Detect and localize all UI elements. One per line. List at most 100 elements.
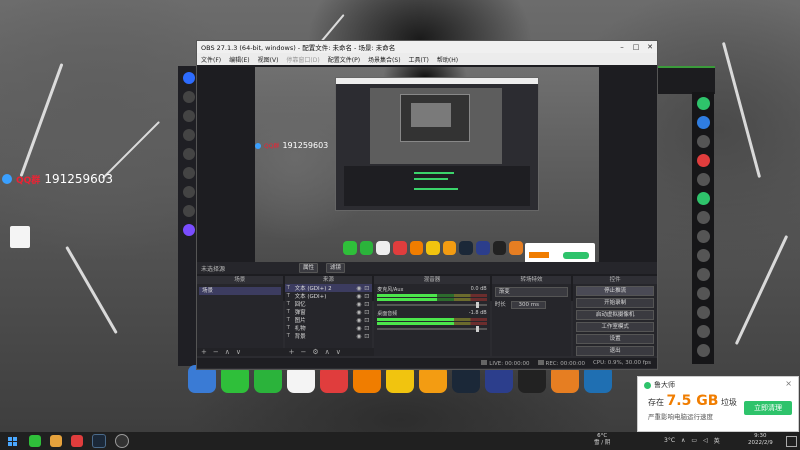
app-icon[interactable]	[696, 306, 710, 319]
app-icon[interactable]	[696, 344, 710, 357]
menu-file[interactable]: 文件(F)	[201, 55, 221, 64]
duration-input[interactable]: 300 ms	[511, 301, 546, 309]
app-icon[interactable]	[696, 249, 710, 262]
minimize-icon[interactable]: –	[615, 43, 629, 51]
menu-scene-collection[interactable]: 场景集合(S)	[368, 55, 401, 64]
app-icon[interactable]	[183, 186, 195, 198]
nested-obs-window	[335, 77, 539, 211]
network-icon[interactable]: ▭	[691, 437, 697, 444]
close-icon[interactable]: ✕	[643, 43, 657, 51]
folder-taskbar-icon[interactable]	[50, 435, 62, 447]
clean-now-button[interactable]: 立即清理	[744, 401, 792, 415]
move-up-icon[interactable]: ∧	[325, 348, 330, 356]
lock-icon[interactable]: ⊡	[364, 325, 372, 332]
notification-center-icon[interactable]	[786, 436, 797, 447]
sources-toolbar: + − ⚙ ∧ ∨	[284, 348, 377, 356]
move-up-icon[interactable]: ∧	[225, 348, 230, 356]
app-icon[interactable]	[696, 173, 710, 186]
eye-icon[interactable]: ◉	[356, 285, 364, 292]
input-language[interactable]: 英	[714, 436, 720, 445]
eye-icon[interactable]: ◉	[356, 325, 364, 332]
app-icon[interactable]	[183, 224, 195, 236]
maximize-icon[interactable]: □	[629, 43, 643, 51]
app-icon[interactable]	[183, 91, 195, 103]
transition-select[interactable]: 渐变	[494, 287, 569, 297]
source-row[interactable]: T 回忆 ◉ ⊡	[285, 300, 373, 309]
eye-icon[interactable]: ◉	[356, 333, 364, 340]
sources-dock: 来源 T 文本 (GDI+) 2 ◉ ⊡ T 文本 (GDI+) ◉ ⊡ T 回…	[284, 276, 377, 356]
obs-titlebar[interactable]: OBS 27.1.3 (64-bit, windows) - 配置文件: 未命名…	[197, 41, 657, 53]
clock[interactable]: 9:30 2022/2/9	[748, 433, 773, 447]
menu-view[interactable]: 视图(V)	[258, 55, 279, 64]
source-row[interactable]: T 文本 (GDI+) 2 ◉ ⊡	[284, 284, 373, 292]
app-icon[interactable]	[696, 211, 710, 224]
menu-tools[interactable]: 工具(T)	[409, 55, 429, 64]
source-row[interactable]: T 背景 ◉ ⊡	[285, 332, 373, 341]
app-icon[interactable]	[696, 154, 710, 167]
move-down-icon[interactable]: ∨	[336, 348, 341, 356]
live-status: LIVE: 00:00:00	[481, 359, 530, 367]
app-icon[interactable]	[183, 129, 195, 141]
eye-icon[interactable]: ◉	[356, 301, 364, 308]
menu-help[interactable]: 帮助(H)	[437, 55, 458, 64]
lock-icon[interactable]: ⊡	[364, 301, 372, 308]
lock-icon[interactable]: ⊡	[364, 309, 372, 316]
app-icon[interactable]	[183, 167, 195, 179]
qq-group-label: QQ群 191259603	[2, 172, 113, 186]
chevron-up-icon[interactable]: ∧	[681, 437, 685, 444]
app-icon[interactable]	[183, 148, 195, 160]
add-icon[interactable]: +	[289, 348, 295, 356]
move-down-icon[interactable]: ∨	[236, 348, 241, 356]
app-icon[interactable]	[183, 110, 195, 122]
app-icon[interactable]	[696, 116, 710, 129]
app-icon[interactable]	[696, 135, 710, 148]
start-recording-button[interactable]: 开始录制	[576, 298, 654, 308]
start-button[interactable]	[4, 432, 20, 450]
volume-slider[interactable]	[377, 326, 487, 332]
app-icon[interactable]	[696, 268, 710, 281]
lock-icon[interactable]: ⊡	[364, 333, 372, 340]
app-icon[interactable]	[183, 205, 195, 217]
volume-icon[interactable]: ◁	[703, 437, 708, 444]
lock-icon[interactable]: ⊡	[364, 285, 372, 292]
menu-docks[interactable]: 停靠窗口(D)	[286, 55, 319, 64]
lock-icon[interactable]: ⊡	[364, 317, 372, 324]
obs-window: OBS 27.1.3 (64-bit, windows) - 配置文件: 未命名…	[196, 40, 658, 370]
source-row[interactable]: T 图片 ◉ ⊡	[285, 316, 373, 325]
menu-profile[interactable]: 配置文件(P)	[328, 55, 360, 64]
app-icon[interactable]	[696, 97, 710, 110]
obs-taskbar-icon[interactable]	[115, 434, 129, 448]
close-icon[interactable]: ×	[785, 379, 792, 388]
app-icon[interactable]	[696, 287, 710, 300]
app-icon[interactable]	[696, 325, 710, 338]
desktop-file-icon[interactable]	[10, 226, 30, 248]
browser-taskbar-icon[interactable]	[29, 435, 41, 447]
scene-item[interactable]: 场景	[199, 287, 281, 295]
volume-slider[interactable]	[377, 302, 487, 308]
source-row[interactable]: T 文本 (GDI+) ◉ ⊡	[285, 292, 373, 301]
lock-icon[interactable]: ⊡	[364, 293, 372, 300]
remove-icon[interactable]: −	[213, 348, 219, 356]
eye-icon[interactable]: ◉	[356, 309, 364, 316]
app-taskbar-icon[interactable]	[71, 435, 83, 447]
app-icon[interactable]	[183, 72, 195, 84]
settings-button[interactable]: 设置	[576, 334, 654, 344]
exit-button[interactable]: 退出	[576, 346, 654, 356]
app-icon[interactable]	[696, 192, 710, 205]
add-icon[interactable]: +	[201, 348, 207, 356]
filters-button[interactable]: 滤镜	[326, 263, 346, 273]
eye-icon[interactable]: ◉	[356, 317, 364, 324]
app-icon[interactable]	[696, 230, 710, 243]
source-row[interactable]: T 弹窗 ◉ ⊡	[285, 308, 373, 317]
source-row[interactable]: T 礼物 ◉ ⊡	[285, 324, 373, 333]
remove-icon[interactable]: −	[301, 348, 307, 356]
menu-edit[interactable]: 编辑(E)	[229, 55, 249, 64]
virtual-camera-button[interactable]: 启动虚拟摄像机	[576, 310, 654, 320]
properties-button[interactable]: 属性	[299, 263, 319, 273]
eye-icon[interactable]: ◉	[356, 293, 364, 300]
stop-streaming-button[interactable]: 停止推流	[576, 286, 654, 296]
gear-icon[interactable]: ⚙	[312, 348, 318, 356]
studio-mode-button[interactable]: 工作室模式	[576, 322, 654, 332]
steam-taskbar-icon[interactable]	[92, 434, 106, 448]
weather-widget[interactable]: 6°C 雪 / 阴	[594, 433, 610, 447]
